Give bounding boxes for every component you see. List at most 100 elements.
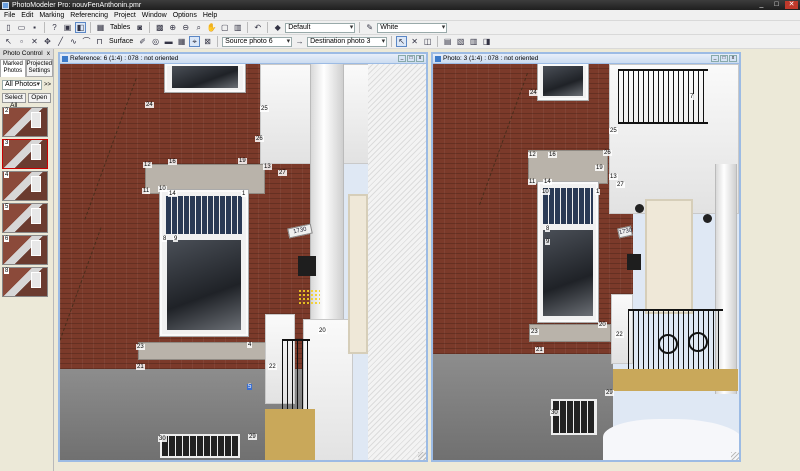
photo-pair-icon[interactable]: ◫ (422, 36, 433, 47)
reference-point[interactable]: 10 (158, 186, 167, 192)
reference-point[interactable]: 8 (162, 236, 168, 242)
help-icon[interactable]: ? (49, 22, 60, 33)
reference-point[interactable]: 19 (238, 158, 247, 164)
reference-point[interactable]: 12 (528, 152, 537, 158)
photo-thumbnail[interactable]: 3 (2, 139, 48, 169)
menu-marking[interactable]: Marking (39, 12, 64, 19)
reference-point[interactable]: 25 (260, 106, 269, 112)
view-icon[interactable]: ▥ (232, 22, 243, 33)
reference-point[interactable]: 14 (543, 179, 552, 185)
reference-point[interactable]: 9 (173, 236, 179, 242)
reference-photo-titlebar[interactable]: Reference: 6 (1:4) : 078 : not oriented … (60, 54, 426, 64)
select-all-button[interactable]: Select All (2, 93, 26, 109)
reference-point[interactable]: 16 (548, 152, 557, 158)
reference-point[interactable]: 8 (545, 226, 551, 232)
zoom-out-icon[interactable]: ⊖ (180, 22, 191, 33)
menu-options[interactable]: Options (173, 12, 197, 19)
open-folder-icon[interactable]: ▭ (16, 22, 27, 33)
photo-icon[interactable]: ▣ (62, 22, 73, 33)
photo-thumbnail[interactable]: 8 (2, 267, 48, 297)
resize-grip[interactable] (731, 452, 739, 460)
pointer-icon[interactable]: ↖ (3, 36, 14, 47)
move-icon[interactable]: ✥ (42, 36, 53, 47)
delete-icon[interactable]: ✕ (29, 36, 40, 47)
tab-projected-settings[interactable]: Projected Settings (25, 59, 53, 77)
reference-point[interactable]: 23 (136, 344, 145, 350)
reference-point[interactable]: 14 (168, 191, 177, 197)
reference-photo-canvas[interactable]: 1730 24 25 26 12 16 19 13 27 11 10 14 1 … (60, 64, 426, 460)
reference-point[interactable]: 24 (145, 102, 154, 108)
target-icon[interactable]: ◎ (150, 36, 161, 47)
reference-point[interactable]: 11 (142, 188, 151, 194)
reference-point[interactable]: 21 (535, 347, 544, 353)
wizard-icon[interactable]: ◧ (75, 22, 86, 33)
reference-point[interactable]: 24 (529, 90, 538, 96)
photo-thumbnail[interactable]: 5 (2, 203, 48, 233)
texture-icon[interactable]: ▦ (176, 36, 187, 47)
reference-point[interactable]: 1 (595, 189, 601, 195)
reference-point[interactable]: 16 (168, 159, 177, 165)
menu-help[interactable]: Help (203, 12, 217, 19)
reference-point[interactable]: 23 (530, 329, 539, 335)
menu-file[interactable]: File (4, 12, 15, 19)
menu-referencing[interactable]: Referencing (70, 12, 108, 19)
destination-photo-titlebar[interactable]: Photo: 3 (1:4) : 078 : not oriented _ □ … (433, 54, 739, 64)
edge-icon[interactable]: ⌒ (81, 36, 92, 47)
zoom-extents-icon[interactable]: ▩ (154, 22, 165, 33)
destination-photo-window[interactable]: Photo: 3 (1:4) : 078 : not oriented _ □ … (431, 52, 741, 462)
close-icon[interactable]: x (729, 55, 737, 62)
reference-point[interactable]: 22 (268, 364, 277, 370)
curve-icon[interactable]: ∿ (68, 36, 79, 47)
photo-thumbnail[interactable]: 2 (2, 107, 48, 137)
reference-point[interactable]: 22 (615, 332, 624, 338)
reference-point[interactable]: 19 (595, 165, 604, 171)
fit-icon[interactable]: ▢ (219, 22, 230, 33)
close-button[interactable]: ✕ (785, 1, 798, 9)
cascade-icon[interactable]: ▧ (455, 36, 466, 47)
menu-project[interactable]: Project (114, 12, 136, 19)
destination-photo-canvas[interactable]: 1730 24 25 26 12 16 19 13 27 11 14 1 10 … (433, 64, 739, 460)
photo-filter-select[interactable]: All Photos (2, 80, 42, 90)
minimize-button[interactable]: _ (755, 1, 768, 9)
reference-point[interactable]: 27 (278, 170, 287, 176)
reference-point[interactable]: 26 (255, 136, 264, 142)
undo-icon[interactable]: ↶ (252, 22, 263, 33)
expand-arrow-icon[interactable]: >> (44, 82, 51, 88)
surface-label[interactable]: Surface (109, 38, 133, 45)
display-preset-select[interactable]: Default (285, 22, 356, 33)
reference-point[interactable]: 13 (263, 164, 272, 170)
auto-reference-icon[interactable]: ⊠ (202, 36, 213, 47)
reference-point[interactable]: 20 (318, 328, 327, 334)
minimize-icon[interactable]: _ (711, 55, 719, 62)
new-file-icon[interactable]: ▯ (3, 22, 14, 33)
columns-icon[interactable]: ◨ (481, 36, 492, 47)
destination-photo-select[interactable]: Destination photo 3 (307, 36, 388, 47)
reference-point[interactable]: 4 (247, 342, 253, 348)
reference-mode-icon[interactable]: ⌖ (189, 36, 201, 47)
tab-marked-photos[interactable]: Marked Photos (0, 59, 26, 77)
tile-icon[interactable]: ▤ (442, 36, 453, 47)
zoom-in-icon[interactable]: ⊕ (167, 22, 178, 33)
reference-point[interactable]: 30 (158, 436, 167, 442)
measure-icon[interactable]: ▬ (163, 36, 174, 47)
split-icon[interactable]: ▥ (468, 36, 479, 47)
reference-point[interactable]: 27 (616, 182, 625, 188)
cancel-icon[interactable]: ✕ (409, 36, 420, 47)
maximize-button[interactable]: □ (770, 1, 783, 9)
resize-grip[interactable] (418, 452, 426, 460)
panel-close-icon[interactable]: x (47, 50, 50, 58)
reference-point[interactable]: 25 (609, 128, 618, 134)
reference-point[interactable]: 11 (528, 179, 537, 185)
reference-point[interactable]: 29 (605, 390, 614, 396)
reference-point[interactable]: 7 (689, 94, 695, 100)
reference-point[interactable]: 30 (550, 410, 559, 416)
photo-thumbnail[interactable]: 4 (2, 171, 48, 201)
reference-point[interactable]: 1 (241, 191, 247, 197)
reference-point[interactable]: 10 (541, 189, 550, 195)
reference-point[interactable]: 9 (545, 239, 551, 245)
camera-icon[interactable]: ◙ (134, 22, 145, 33)
select-pointer-icon[interactable]: ↖ (396, 36, 408, 47)
reference-point[interactable]: 13 (609, 174, 618, 180)
brush-icon[interactable]: ✐ (137, 36, 148, 47)
restore-icon[interactable]: □ (720, 55, 728, 62)
